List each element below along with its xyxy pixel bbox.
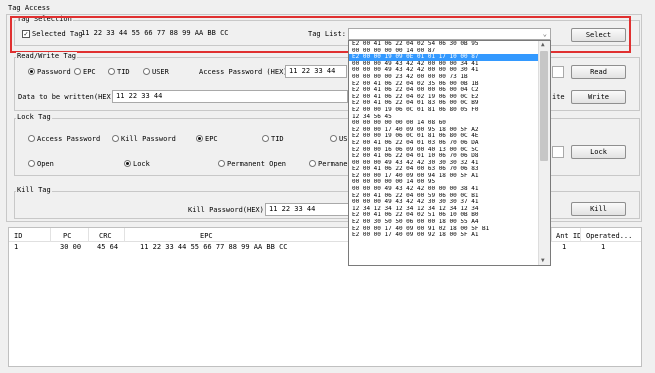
tag-list-item[interactable]: E2 00 00 19 06 0C 01 81 06 80 0C 4E [349, 133, 538, 140]
col-divider[interactable] [551, 228, 552, 242]
tag-list-item[interactable]: E2 00 00 16 06 09 00 40 13 00 0C 5C [349, 147, 538, 154]
tag-list-item[interactable]: 00 00 00 00 00 14 00 95 [349, 179, 538, 186]
radio-lock-epc[interactable] [196, 135, 203, 142]
col-epc[interactable]: EPC [200, 232, 213, 240]
scroll-down-icon[interactable]: ▼ [541, 258, 545, 264]
tag-list-item[interactable]: 00 00 00 49 43 42 42 00 00 00 30 41 [349, 67, 538, 74]
tag-list-item[interactable]: E2 00 00 17 40 09 00 94 18 00 5F A1 [349, 173, 538, 180]
radio-open-label: Open [37, 160, 54, 168]
access-password-input[interactable]: 11 22 33 44 [285, 65, 347, 78]
radio-kill-password[interactable] [112, 135, 119, 142]
col-pc[interactable]: PC [63, 232, 71, 240]
tag-list-item[interactable]: E2 00 41 06 22 04 01 83 06 00 0C B9 [349, 100, 538, 107]
scrollbar[interactable]: ▲ ▼ [538, 41, 550, 265]
radio-lock[interactable] [124, 160, 131, 167]
cell-operated: 1 [601, 243, 606, 251]
tag-list-item[interactable]: E2 00 41 06 22 04 02 35 06 00 0B 1B [349, 81, 538, 88]
kill-button[interactable]: Kill [571, 202, 626, 216]
col-divider[interactable] [88, 228, 89, 242]
tag-list-item[interactable]: E2 00 41 06 22 04 00 00 06 00 04 C2 [349, 87, 538, 94]
tag-list-item[interactable]: E2 00 00 17 40 09 00 91 02 18 00 5F B1 [349, 226, 538, 233]
read-write-title: Read/Write Tag [16, 52, 78, 60]
tag-list-item[interactable]: E2 00 41 06 22 04 01 03 06 70 06 DA [349, 140, 538, 147]
tag-list-item[interactable]: 00 00 00 00 23 42 00 00 00 73 1B [349, 74, 538, 81]
radio-password[interactable] [28, 68, 35, 75]
cell-ant-id: 1 [562, 243, 567, 251]
tag-list-items: E2 00 41 06 22 04 02 54 06 30 0B 95 00 00… [349, 41, 538, 239]
radio-lock-tid[interactable] [262, 135, 269, 142]
radio-open[interactable] [28, 160, 35, 167]
radio-lock-epc-label: EPC [205, 135, 218, 143]
kill-tag-title: Kill Tag [16, 186, 52, 194]
tag-list-item[interactable]: E2 00 41 06 22 04 02 54 06 30 0B 95 [349, 41, 538, 48]
tag-list-item[interactable]: 12 34 12 34 12 34 12 34 12 34 12 34 [349, 206, 538, 213]
tag-list-item[interactable]: E2 00 41 06 22 04 00 63 06 70 06 83 [349, 166, 538, 173]
section-title: Tag Access [8, 4, 51, 12]
radio-tid[interactable] [108, 68, 115, 75]
radio-password-label: Password [37, 68, 71, 76]
cell-epc: 11 22 33 44 55 66 77 88 99 AA BB CC [140, 243, 288, 251]
tag-list-item[interactable]: 00 00 00 49 43 42 42 00 00 00 38 41 [349, 186, 538, 193]
radio-access-password-label: Access Password [37, 135, 101, 143]
col-divider[interactable] [50, 228, 51, 242]
radio-kill-password-label: Kill Password [121, 135, 176, 143]
cell-crc: 45 64 [97, 243, 119, 251]
tag-list-item[interactable]: 00 00 00 49 43 42 42 30 30 30 32 41 [349, 160, 538, 167]
cell-id: 1 [14, 243, 19, 251]
access-password-label: Access Password (HEX) : [199, 68, 296, 76]
tag-list-item[interactable]: E2 00 00 17 40 09 00 95 18 00 5F A2 [349, 127, 538, 134]
tag-list-item[interactable]: E2 00 41 06 22 04 00 59 06 00 0C B1 [349, 193, 538, 200]
tag-list-item[interactable]: 12 34 56 45 [349, 114, 538, 121]
kill-password-input[interactable]: 11 22 33 44 [265, 203, 349, 216]
radio-user[interactable] [143, 68, 150, 75]
radio-permanent-open[interactable] [218, 160, 225, 167]
radio-lock-label: Lock [133, 160, 150, 168]
tag-list-item[interactable]: E2 00 00 19 09 0E 01 01 17 10 00 87 [349, 54, 538, 61]
tag-list-item[interactable]: E2 00 41 06 22 04 01 10 06 70 06 D8 [349, 153, 538, 160]
radio-permanent-lock[interactable] [309, 160, 316, 167]
data-to-write-label: Data to be written(HEX): [18, 93, 120, 101]
lock-extra-field[interactable] [552, 146, 564, 158]
read-extra-field[interactable] [552, 66, 564, 78]
kill-password-label: Kill Password(HEX): [188, 206, 269, 214]
tag-list-item[interactable]: 00 00 00 49 43 42 42 00 00 00 34 41 [349, 61, 538, 68]
write-partial-label: ite [552, 93, 565, 101]
lock-button[interactable]: Lock [571, 145, 626, 159]
tag-list-item[interactable]: E2 00 41 06 22 04 02 51 06 10 0B B0 [349, 212, 538, 219]
write-button[interactable]: Write [571, 90, 626, 104]
scroll-up-icon[interactable]: ▲ [541, 42, 545, 48]
read-button[interactable]: Read [571, 65, 626, 79]
tag-list-item[interactable]: E2 00 30 50 50 06 00 00 18 00 55 A4 [349, 219, 538, 226]
radio-epc-label: EPC [83, 68, 96, 76]
col-crc[interactable]: CRC [99, 232, 112, 240]
tag-list-item[interactable]: E2 00 41 06 22 04 02 19 06 00 0C E2 [349, 94, 538, 101]
tag-list-dropdown[interactable]: E2 00 41 06 22 04 02 54 06 30 0B 95 00 00… [348, 40, 551, 266]
tag-list-item[interactable]: 00 00 00 00 00 14 00 87 [349, 48, 538, 55]
radio-lock-user[interactable] [330, 135, 337, 142]
col-id[interactable]: ID [14, 232, 22, 240]
col-operated[interactable]: Operated... [586, 232, 632, 240]
scroll-thumb[interactable] [540, 51, 548, 161]
tag-list-item[interactable]: 00 00 00 49 43 42 42 30 30 30 37 41 [349, 199, 538, 206]
radio-lock-tid-label: TID [271, 135, 284, 143]
cell-pc: 30 00 [60, 243, 82, 251]
col-ant-id[interactable]: Ant ID [556, 232, 581, 240]
col-divider[interactable] [580, 228, 581, 242]
radio-permanent-open-label: Permanent Open [227, 160, 287, 168]
col-divider[interactable] [124, 228, 125, 242]
radio-tid-label: TID [117, 68, 130, 76]
tag-list-item[interactable]: E2 00 00 17 40 09 00 92 18 00 5F A1 [349, 232, 538, 239]
radio-access-password[interactable] [28, 135, 35, 142]
tag-list-item[interactable]: E2 00 00 19 06 0C 01 81 06 80 05 F0 [349, 107, 538, 114]
data-to-write-input[interactable]: 11 22 33 44 [112, 90, 348, 103]
radio-epc[interactable] [74, 68, 81, 75]
radio-user-label: USER [152, 68, 169, 76]
tag-list-item[interactable]: 00 00 00 00 00 00 14 08 60 [349, 120, 538, 127]
lock-tag-title: Lock Tag [16, 113, 52, 121]
